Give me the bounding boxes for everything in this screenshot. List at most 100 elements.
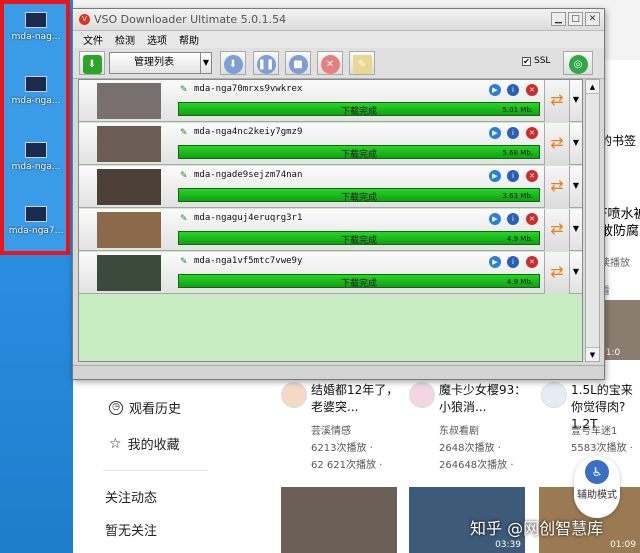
card-author[interactable]: 芸溪情感 <box>311 422 351 437</box>
play-icon[interactable]: ▶ <box>489 84 501 96</box>
convert-icon[interactable]: ⇄ <box>544 252 570 294</box>
close-icon[interactable]: ✕ <box>585 12 600 26</box>
download-status: 下载完成 <box>340 279 377 289</box>
desktop-file-3[interactable]: mda-nga... <box>6 142 66 172</box>
convert-icon[interactable]: ⇄ <box>544 80 570 122</box>
convert-icon[interactable]: ⇄ <box>544 123 570 165</box>
menu-detect[interactable]: 检测 <box>115 32 135 47</box>
side-no-follow-label: 暂无关注 <box>105 524 158 539</box>
rename-icon[interactable]: ✎ <box>180 128 190 138</box>
play-icon[interactable]: ▶ <box>489 256 501 268</box>
right-column-snippets: 的书签 F喷水被 敢防腐 z 读播放 看 01:0 <box>600 60 640 370</box>
row-menu-chevron-icon[interactable]: ▼ <box>570 166 582 208</box>
menu-help[interactable]: 帮助 <box>179 32 199 47</box>
row-menu-chevron-icon[interactable]: ▼ <box>570 252 582 294</box>
play-icon[interactable]: ▶ <box>489 127 501 139</box>
card-author[interactable]: 壹号车迷1 <box>571 422 617 437</box>
desktop-file-label: mda-nga... <box>11 162 61 172</box>
card-author[interactable]: 东叔看剧 <box>439 422 479 437</box>
desktop-file-2[interactable]: mda-nga... <box>6 76 66 106</box>
delete-button[interactable]: ✕ <box>317 51 343 75</box>
desktop-file-label: mda-nag... <box>11 32 61 42</box>
add-download-button[interactable]: ⬇ <box>79 51 105 75</box>
accessibility-icon: ♿ <box>585 460 609 484</box>
download-status: 下载完成 <box>340 150 377 160</box>
minimize-icon[interactable]: ▁ <box>551 12 566 26</box>
rename-icon[interactable]: ✎ <box>180 257 190 267</box>
download-status: 下载完成 <box>340 107 377 117</box>
scroll-down-icon[interactable]: ▼ <box>586 347 599 361</box>
progress-bar: 下载完成 4.9 Mb. <box>178 231 540 246</box>
clock-icon: ◷ <box>109 400 123 415</box>
download-icon: ⬇ <box>82 55 102 74</box>
row-menu-chevron-icon[interactable]: ▼ <box>570 209 582 251</box>
side-follow-label: 关注动态 <box>105 491 158 506</box>
desktop-file-label: mda-nga... <box>11 96 61 106</box>
rename-icon[interactable]: ✎ <box>180 85 190 95</box>
file-size: 4.9 Mb. <box>506 278 533 286</box>
video-file-icon <box>25 12 47 28</box>
row-menu-chevron-icon[interactable]: ▼ <box>570 123 582 165</box>
info-icon[interactable]: i <box>507 84 519 96</box>
browser-button[interactable]: ◎ <box>563 51 593 75</box>
ssl-option[interactable]: ✔ SSL <box>522 56 550 66</box>
download-row[interactable]: ✎ mda-nga1vf5mtc7vwe9y ▶ i ✕ 下载完成 4.9 Mb… <box>79 252 582 294</box>
edit-button[interactable]: ✎ <box>349 51 375 75</box>
play-icon[interactable]: ▶ <box>489 170 501 182</box>
video-duration: 01:09 <box>610 540 636 550</box>
remove-icon[interactable]: ✕ <box>526 127 538 139</box>
rename-icon[interactable]: ✎ <box>180 214 190 224</box>
remove-icon[interactable]: ✕ <box>526 256 538 268</box>
desktop-file-label: mda-nga7... <box>8 226 64 236</box>
video-thumbnail <box>97 126 161 162</box>
row-menu-chevron-icon[interactable]: ▼ <box>570 80 582 122</box>
remove-icon[interactable]: ✕ <box>526 84 538 96</box>
card-title[interactable]: 魔卡少女樱93：小狼消... <box>439 382 531 416</box>
chevron-down-icon: ▼ <box>200 53 211 73</box>
desktop-file-4[interactable]: mda-nga7... <box>6 206 66 236</box>
download-row[interactable]: ✎ mda-nga70mrxs9vwkrex ▶ i ✕ 下载完成 5.01 M… <box>79 80 582 122</box>
rename-icon[interactable]: ✎ <box>180 171 190 181</box>
remove-icon[interactable]: ✕ <box>526 213 538 225</box>
play-icon[interactable]: ▶ <box>489 213 501 225</box>
download-row[interactable]: ✎ mda-nga4nc2keiy7gmz9 ▶ i ✕ 下载完成 5.68 M… <box>79 123 582 165</box>
convert-icon[interactable]: ⇄ <box>544 209 570 251</box>
card-title[interactable]: 结婚都12年了，老婆突... <box>311 382 403 416</box>
info-icon[interactable]: i <box>507 170 519 182</box>
remove-icon[interactable]: ✕ <box>526 170 538 182</box>
assist-mode-button[interactable]: ♿ 辅助模式 <box>574 456 620 518</box>
list-select[interactable]: 管理列表 ▼ <box>109 52 212 74</box>
side-favorites[interactable]: ☆ 我的收藏 <box>109 434 180 454</box>
progress-bar: 下载完成 4.9 Mb. <box>178 274 540 289</box>
maximize-icon[interactable]: □ <box>568 12 583 26</box>
video-thumbnail-1[interactable] <box>281 487 397 553</box>
side-follow[interactable]: 关注动态 <box>105 487 157 506</box>
watermark: 知乎 @网创智慧库 <box>470 519 604 538</box>
info-icon[interactable]: i <box>507 213 519 225</box>
file-name: mda-ngaguj4eruqrg3r1 <box>194 213 303 223</box>
menu-file[interactable]: 文件 <box>83 32 103 47</box>
status-bar <box>73 365 604 379</box>
download-row[interactable]: ✎ mda-ngaguj4eruqrg3r1 ▶ i ✕ 下载完成 4.9 Mb… <box>79 209 582 251</box>
star-icon: ☆ <box>109 435 122 452</box>
window-controls: ▁ □ ✕ <box>551 12 600 26</box>
title-bar[interactable]: V VSO Downloader Ultimate 5.0.1.54 ▁ □ ✕ <box>73 9 604 31</box>
vertical-scrollbar[interactable]: ▲ ▼ <box>585 79 600 362</box>
desktop-file-1[interactable]: mda-nag... <box>6 12 66 42</box>
convert-icon[interactable]: ⇄ <box>544 166 570 208</box>
pause-icon: ❚❚ <box>256 55 276 74</box>
move-down-button[interactable]: ⬇ <box>220 51 246 75</box>
scroll-up-icon[interactable]: ▲ <box>586 80 599 94</box>
video-thumbnail <box>97 169 161 205</box>
ssl-checkbox[interactable]: ✔ <box>522 56 531 66</box>
menu-options[interactable]: 选项 <box>147 32 167 47</box>
side-history[interactable]: ◷ 观看历史 <box>109 398 181 417</box>
snippet-text[interactable]: 敢防腐 <box>600 220 639 239</box>
stop-button[interactable]: ■ <box>285 51 311 75</box>
video-thumbnail <box>97 212 161 248</box>
info-icon[interactable]: i <box>507 256 519 268</box>
pause-button[interactable]: ❚❚ <box>253 51 279 75</box>
avatar <box>281 382 307 408</box>
download-row[interactable]: ✎ mda-ngade9sejzm74nan ▶ i ✕ 下载完成 3.63 M… <box>79 166 582 208</box>
info-icon[interactable]: i <box>507 127 519 139</box>
